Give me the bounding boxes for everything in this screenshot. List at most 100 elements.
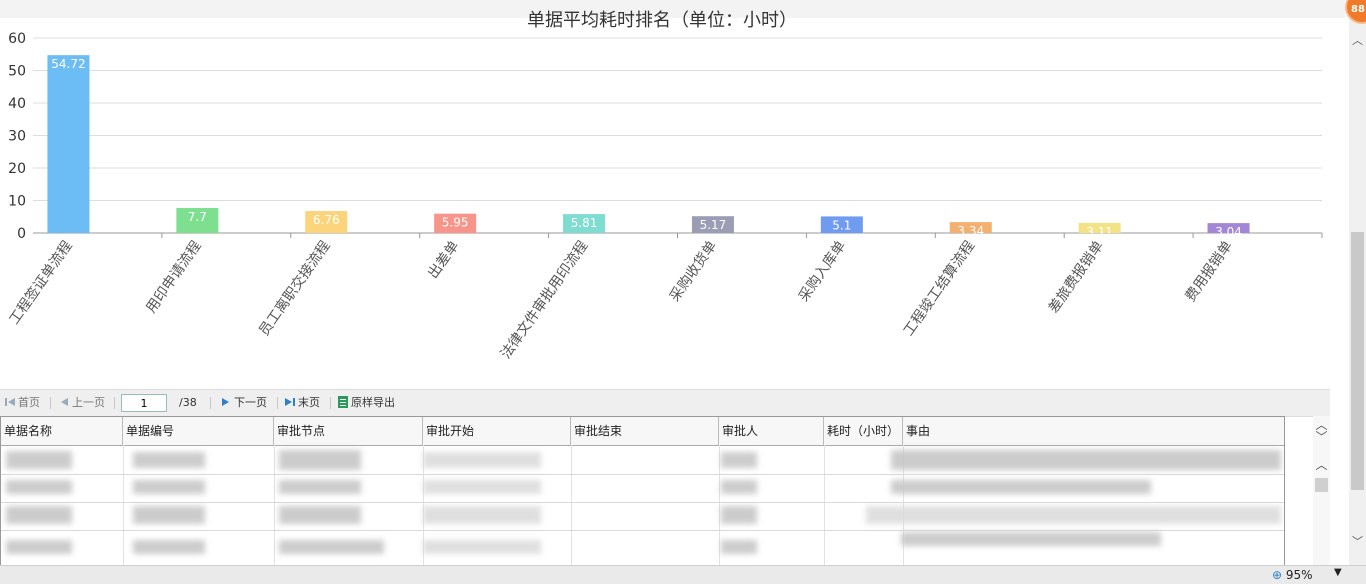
bar-chart: 单据平均耗时排名（单位：小时） 0 10 20 30 40 50 60 54.72 工程签证单流程…: [6, 10, 1323, 362]
export-label: 原样导出: [351, 396, 395, 409]
redacted-cell: [891, 450, 1281, 470]
scroll-thumb[interactable]: [1351, 232, 1364, 490]
table-header: 单据名称 单据编号 审批节点 审批开始 审批结束 审批人 耗时（小时） 事由: [1, 417, 1284, 446]
table-row[interactable]: [1, 530, 1284, 558]
x-tick-label: 法律文件审批用印流程: [498, 238, 591, 362]
y-tick-label: 60: [8, 31, 26, 47]
zoom-icon: ⊕: [1272, 568, 1283, 582]
last-page-label: 末页: [298, 396, 320, 409]
separator: [210, 397, 211, 409]
separator: [114, 397, 115, 409]
scroll-down-icon[interactable]: ﹀: [1351, 535, 1364, 548]
bar: [47, 55, 90, 233]
last-page-icon: [285, 398, 295, 406]
redacted-cell: [133, 480, 205, 494]
x-tick-label: 采购收货单: [666, 238, 720, 305]
redacted-cell: [866, 506, 1281, 524]
first-page-icon: [5, 398, 15, 406]
table-row[interactable]: [1, 474, 1284, 503]
export-button[interactable]: 原样导出: [337, 395, 395, 411]
prev-page-icon: [61, 398, 68, 406]
data-table: 单据名称 单据编号 审批节点 审批开始 审批结束 审批人 耗时（小时） 事由: [0, 416, 1285, 567]
redacted-cell: [423, 506, 541, 524]
data-label: 5.1: [832, 218, 851, 232]
y-tick-label: 10: [8, 194, 26, 210]
y-tick-label: 30: [8, 129, 26, 145]
redacted-cell: [721, 540, 757, 554]
zoom-dropdown-icon[interactable]: ▼: [1334, 567, 1342, 578]
table-scrollbar[interactable]: ︿ ﹀ ︿: [1313, 416, 1330, 565]
y-tick-label: 20: [8, 161, 26, 177]
y-tick-label: 50: [8, 64, 26, 80]
x-tick-label: 出差单: [425, 238, 462, 282]
next-page-button[interactable]: 下一页: [220, 395, 267, 411]
scroll-down-icon[interactable]: ﹀: [1315, 431, 1328, 443]
scroll-up-icon[interactable]: ︿: [1315, 459, 1328, 471]
x-tick-label: 费用报销单: [1183, 238, 1236, 305]
redacted-cell: [6, 451, 72, 469]
redacted-cell: [901, 532, 1161, 546]
col-approval-end[interactable]: 审批结束: [571, 417, 719, 445]
redacted-cell: [133, 506, 205, 524]
redacted-cell: [279, 540, 384, 554]
col-duration[interactable]: 耗时（小时）: [824, 417, 903, 445]
pager-toolbar: 首页 上一页 /38 下一页 末页 原样导出: [0, 389, 1330, 417]
col-approval-node[interactable]: 审批节点: [274, 417, 423, 445]
page-number-input[interactable]: [121, 394, 167, 412]
redacted-cell: [279, 480, 361, 494]
separator: [277, 397, 278, 409]
data-label: 7.7: [188, 210, 207, 224]
data-label: 3.34: [957, 224, 984, 238]
redacted-cell: [279, 506, 361, 524]
x-tick-label: 采购入库单: [796, 238, 849, 305]
redacted-cell: [423, 480, 541, 494]
redacted-cell: [721, 480, 757, 494]
x-tick-label: 员工离职交接流程: [255, 238, 333, 339]
export-excel-icon: [338, 396, 348, 408]
redacted-cell: [721, 452, 757, 468]
redacted-cell: [721, 506, 757, 524]
table-row[interactable]: [1, 446, 1284, 475]
data-label: 5.17: [700, 218, 727, 232]
col-doc-number[interactable]: 单据编号: [123, 417, 274, 445]
first-page-label: 首页: [18, 396, 40, 409]
redacted-cell: [133, 452, 205, 468]
last-page-button[interactable]: 末页: [284, 395, 320, 411]
next-page-icon: [222, 398, 229, 406]
data-label: 3.04: [1215, 225, 1242, 239]
x-tick-label: 差旅费报销单: [1046, 238, 1107, 316]
col-approval-start[interactable]: 审批开始: [423, 417, 571, 445]
chart-title: 单据平均耗时排名（单位：小时）: [527, 10, 797, 31]
redacted-cell: [6, 480, 72, 494]
separator: [50, 397, 51, 409]
redacted-cell: [279, 450, 361, 470]
redacted-cell: [6, 540, 72, 554]
scroll-up-icon[interactable]: ︿: [1351, 34, 1364, 47]
prev-page-button[interactable]: 上一页: [58, 395, 105, 411]
x-tick-label: 用印申请流程: [143, 238, 204, 316]
col-approver[interactable]: 审批人: [719, 417, 824, 445]
redacted-cell: [423, 540, 541, 554]
data-label: 54.72: [51, 57, 85, 71]
page-scrollbar[interactable]: ︿ ﹀: [1349, 0, 1366, 565]
zoom-level: 95%: [1285, 568, 1313, 582]
next-page-label: 下一页: [234, 396, 267, 409]
data-label: 3.11: [1086, 225, 1113, 239]
table-row[interactable]: [1, 502, 1284, 531]
data-label: 5.95: [442, 216, 469, 230]
y-tick-label: 40: [8, 96, 26, 112]
data-label: 5.81: [571, 216, 598, 230]
separator: [330, 397, 331, 409]
data-label: 6.76: [313, 213, 340, 227]
page-total: /38: [179, 396, 197, 409]
redacted-cell: [423, 452, 541, 468]
col-reason[interactable]: 事由: [903, 417, 1284, 445]
badge-count: 88: [1351, 4, 1365, 15]
chart-area: 单据平均耗时排名（单位：小时） 0 10 20 30 40 50 60 54.72 工程签证单流程…: [0, 0, 1345, 385]
zoom-control[interactable]: ⊕ 95%: [1272, 568, 1313, 582]
first-page-button[interactable]: 首页: [4, 395, 40, 411]
y-tick-label: 0: [17, 226, 26, 242]
redacted-cell: [6, 506, 72, 524]
scroll-thumb[interactable]: [1315, 478, 1328, 492]
col-doc-name[interactable]: 单据名称: [1, 417, 123, 445]
